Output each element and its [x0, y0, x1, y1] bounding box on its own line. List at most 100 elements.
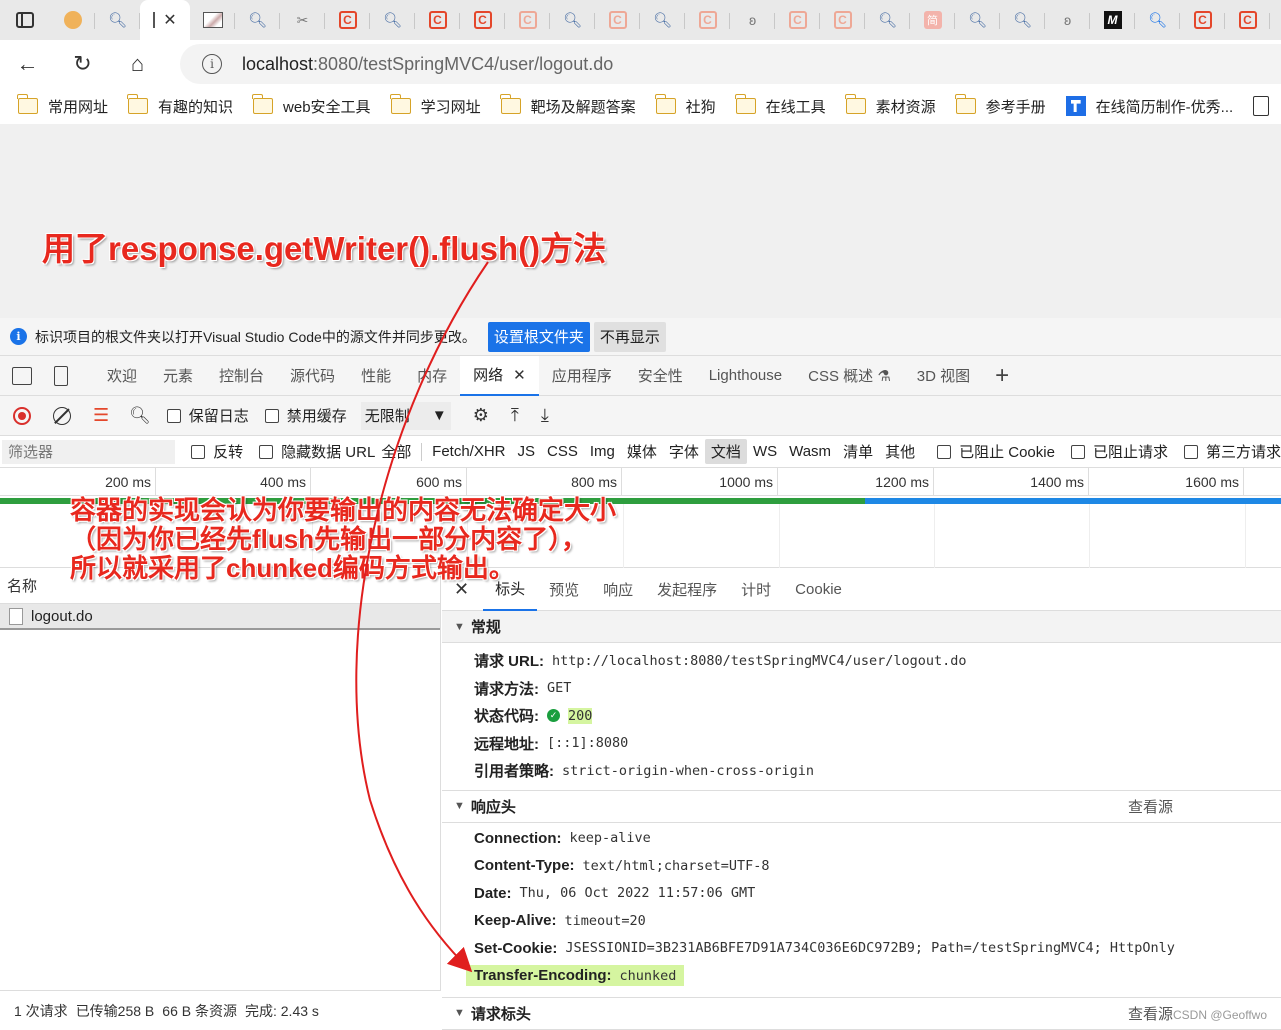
browser-tab[interactable]: C [460, 5, 505, 35]
view-source-link[interactable]: 查看源 [1128, 796, 1173, 817]
type-filter-manifest[interactable]: 清单 [837, 439, 879, 464]
tab-initiator[interactable]: 发起程序 [645, 568, 729, 611]
browser-tab[interactable]: 🔍︎ [550, 5, 595, 35]
type-filter-font[interactable]: 字体 [663, 439, 705, 464]
browser-tab[interactable]: 🔍︎ [955, 5, 1000, 35]
type-filter-js[interactable]: JS [512, 441, 542, 462]
type-filter-img[interactable]: Img [584, 441, 621, 462]
bookmark-folder[interactable]: 素材资源 [844, 94, 936, 117]
type-filter-doc[interactable]: 文档 [704, 439, 747, 464]
browser-tab[interactable]: 🔍︎ [865, 5, 910, 35]
bookmark-folder[interactable]: 常用网址 [17, 94, 108, 117]
invert-checkbox[interactable]: 反转 [191, 441, 243, 462]
third-party-checkbox[interactable]: 第三方请求 [1183, 441, 1281, 462]
browser-tab[interactable]: M [1090, 5, 1135, 35]
browser-tab[interactable]: C [685, 5, 730, 35]
more-tools-plus-icon[interactable]: + [995, 362, 1009, 390]
type-filter-media[interactable]: 媒体 [621, 439, 663, 464]
bookmark-folder[interactable]: 学习网址 [389, 94, 481, 117]
type-filter-css[interactable]: CSS [541, 441, 584, 462]
bookmark-folder[interactable]: 有趣的知识 [127, 94, 233, 117]
browser-tab[interactable] [190, 5, 235, 35]
clear-icon[interactable] [53, 406, 71, 425]
blocked-cookies-checkbox[interactable]: 已阻止 Cookie [937, 441, 1055, 462]
close-tab-icon[interactable]: ✕ [513, 366, 526, 384]
bookmark-folder[interactable]: 参考手册 [954, 94, 1046, 117]
tab-application[interactable]: 应用程序 [539, 356, 625, 396]
type-filter-ws[interactable]: WS [747, 441, 783, 462]
bookmark-link[interactable]: 在线简历制作-优秀... [1065, 96, 1233, 117]
reload-button[interactable]: ↻ [55, 40, 110, 88]
set-root-folder-button[interactable]: 设置根文件夹 [487, 321, 590, 352]
browser-tab[interactable]: 🔍︎ [95, 5, 140, 35]
other-bookmarks[interactable] [1253, 96, 1270, 116]
network-conditions-icon[interactable]: ⚙ [473, 405, 489, 426]
search-icon[interactable]: 🔍︎ [129, 406, 151, 426]
site-info-icon[interactable]: i [202, 54, 222, 74]
import-har-icon[interactable]: ⤒ [511, 405, 519, 426]
browser-tab[interactable]: C [505, 5, 550, 35]
browser-tab[interactable]: C [820, 5, 865, 35]
browser-tab-active[interactable]: ✕ [140, 0, 190, 40]
browser-tab[interactable]: C [325, 5, 370, 35]
bookmark-folder[interactable]: 社狗 [654, 94, 716, 117]
tab-cookies[interactable]: Cookie [783, 568, 854, 611]
tab-actions-menu[interactable] [0, 0, 50, 40]
export-har-icon[interactable]: ⤓ [541, 405, 549, 426]
tab-timing[interactable]: 计时 [729, 568, 783, 611]
browser-tab[interactable]: 🔍︎ [370, 5, 415, 35]
browser-tab[interactable]: C [1180, 5, 1225, 35]
browser-tab[interactable]: C [415, 5, 460, 35]
general-section-header[interactable]: ▼ 常规 [442, 611, 1281, 643]
browser-tab[interactable]: ✂ [280, 5, 325, 35]
browser-tab[interactable]: C [595, 5, 640, 35]
record-icon[interactable] [13, 406, 31, 425]
browser-tab[interactable]: ʚ [730, 5, 775, 35]
dont-show-again-button[interactable]: 不再显示 [593, 321, 666, 352]
tab-3d-view[interactable]: 3D 视图 [904, 356, 983, 396]
request-row[interactable]: logout.do [0, 604, 440, 630]
tab-performance[interactable]: 性能 [348, 356, 404, 396]
tab-console[interactable]: 控制台 [206, 356, 277, 396]
throttle-select[interactable]: 无限制 ▼ [360, 401, 451, 430]
response-headers-section-header[interactable]: ▼ 响应头 查看源 [442, 790, 1281, 823]
inspect-element-icon[interactable] [12, 366, 32, 385]
blocked-requests-checkbox[interactable]: 已阻止请求 [1070, 441, 1168, 462]
browser-tab[interactable] [50, 5, 95, 35]
tab-css-overview[interactable]: CSS 概述 ⚗ [795, 356, 904, 396]
type-filter-fetch-xhr[interactable]: Fetch/XHR [426, 441, 511, 462]
browser-tab[interactable]: 简 [910, 5, 955, 35]
bookmark-folder[interactable]: 靶场及解题答案 [499, 94, 636, 117]
browser-tab[interactable]: 🔍︎ [235, 5, 280, 35]
device-toolbar-icon[interactable] [54, 365, 68, 386]
tab-sources[interactable]: 源代码 [277, 356, 348, 396]
type-filter-other[interactable]: 其他 [879, 439, 921, 464]
tab-security[interactable]: 安全性 [625, 356, 696, 396]
tab-memory[interactable]: 内存 [404, 356, 460, 396]
close-tab-icon[interactable]: ✕ [163, 10, 176, 30]
type-filter-all[interactable]: 全部 [375, 439, 417, 464]
type-filter-wasm[interactable]: Wasm [783, 441, 837, 462]
home-button[interactable]: ⌂ [110, 40, 165, 88]
browser-tab[interactable]: 🔍︎ [1135, 5, 1180, 35]
browser-tab[interactable]: C [1225, 5, 1270, 35]
tab-elements[interactable]: 元素 [150, 356, 206, 396]
browser-tab[interactable]: C [775, 5, 820, 35]
browser-tab[interactable]: 🔍︎ [1000, 5, 1045, 35]
request-headers-section-header[interactable]: ▼ 请求标头 查看源 [442, 997, 1281, 1030]
back-button[interactable]: ← [0, 40, 55, 88]
bookmark-folder[interactable]: 在线工具 [734, 94, 826, 117]
tab-network[interactable]: 网络 ✕ [460, 355, 539, 396]
tab-lighthouse[interactable]: Lighthouse [696, 356, 795, 396]
bookmark-folder[interactable]: web安全工具 [252, 94, 371, 117]
preserve-log-checkbox[interactable]: 保留日志 [166, 405, 249, 426]
tab-welcome[interactable]: 欢迎 [94, 356, 150, 396]
filter-input[interactable]: 筛选器 [2, 439, 176, 464]
disable-cache-checkbox[interactable]: 禁用缓存 [264, 405, 347, 426]
view-source-link[interactable]: 查看源 [1128, 1003, 1173, 1024]
browser-tab[interactable]: ʚ [1045, 5, 1090, 35]
browser-tab[interactable]: 🔍︎ [640, 5, 685, 35]
filter-icon[interactable]: ☰ [93, 405, 109, 426]
address-bar[interactable]: i localhost:8080/testSpringMVC4/user/log… [180, 44, 1281, 84]
hide-data-urls-checkbox[interactable]: 隐藏数据 URL [259, 441, 375, 462]
